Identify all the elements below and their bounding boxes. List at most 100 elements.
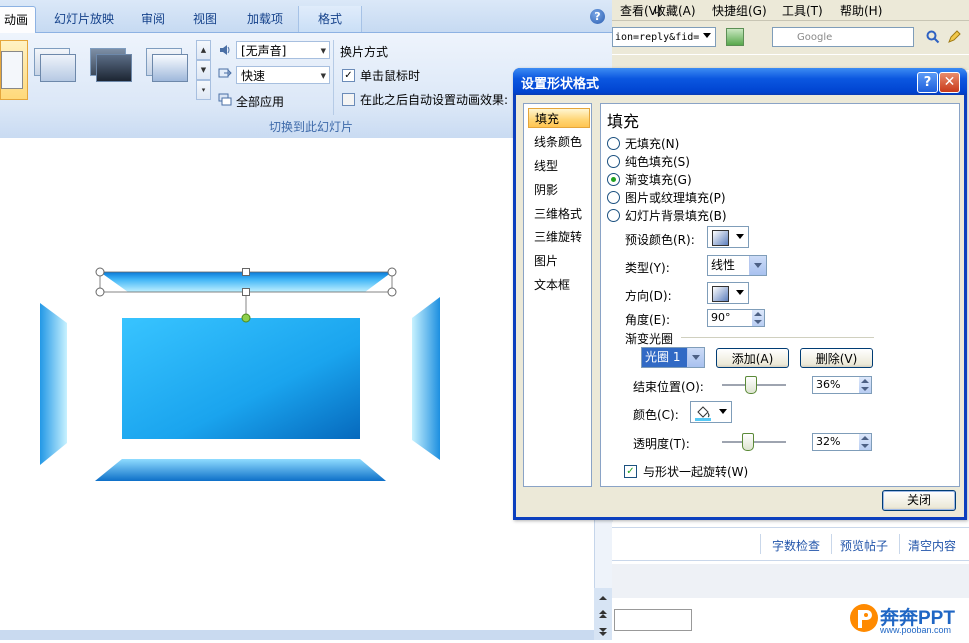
direction-label: 方向(D): <box>625 289 672 303</box>
menu-tools[interactable]: 工具(T) <box>782 2 823 19</box>
radio-no-fill[interactable] <box>607 137 620 150</box>
address-dropdown-icon[interactable] <box>703 33 711 38</box>
dialog-titlebar[interactable]: 设置形状格式 ? ✕ <box>513 68 967 95</box>
transparency-value: 32% <box>816 435 841 448</box>
radio-solid-fill-label: 纯色填充(S) <box>625 155 690 169</box>
help-icon[interactable]: ? <box>590 9 605 24</box>
gradient-stop-dropdown[interactable]: 光圈 1 <box>641 347 705 368</box>
type-dropdown[interactable]: 线性 <box>707 255 767 276</box>
gradient-stop-value: 光圈 1 <box>645 350 681 364</box>
dialog-close-button[interactable]: 关闭 <box>882 490 956 511</box>
radio-gradient-fill[interactable] <box>607 173 620 186</box>
dialog-title: 设置形状格式 <box>521 77 600 92</box>
menu-help[interactable]: 帮助(H) <box>840 2 882 19</box>
auto-after-checkbox[interactable] <box>342 93 355 106</box>
transparency-label: 透明度(T): <box>633 437 690 451</box>
transition-thumb-fade[interactable] <box>34 48 76 82</box>
color-label: 颜色(C): <box>633 408 679 422</box>
apply-all-icon <box>218 93 232 106</box>
menu-favorites[interactable]: 收藏(A) <box>654 2 696 19</box>
gallery-down-button[interactable]: ▼ <box>196 60 211 80</box>
sound-dropdown[interactable]: [无声音] ▼ <box>236 41 330 59</box>
end-position-thumb[interactable] <box>745 376 757 394</box>
end-position-label: 结束位置(O): <box>633 380 704 394</box>
nav-line-style[interactable]: 线型 <box>528 156 590 176</box>
add-stop-button[interactable]: 添加(A) <box>716 348 789 368</box>
tab-animation[interactable]: 动画 <box>0 6 36 33</box>
tab-slideshow[interactable]: 幻灯片放映 <box>44 6 124 32</box>
center-rectangle-shape[interactable] <box>122 318 360 439</box>
nav-picture[interactable]: 图片 <box>528 251 590 271</box>
logo-url: www.pooban.com <box>880 625 952 635</box>
preview-post-button[interactable]: 预览帖子 <box>840 537 888 554</box>
nav-text-box[interactable]: 文本框 <box>528 275 590 295</box>
auto-after-label: 在此之后自动设置动画效果: <box>360 93 509 107</box>
nav-fill[interactable]: 填充 <box>528 108 590 128</box>
transparency-spinner[interactable]: 32% <box>812 433 872 451</box>
transition-thumb-selected[interactable] <box>0 40 28 100</box>
dialog-help-button[interactable]: ? <box>917 72 938 93</box>
nav-3d-format[interactable]: 三维格式 <box>528 204 590 224</box>
gallery-up-button[interactable]: ▲ <box>196 40 211 60</box>
ribbon-tab-bar: 动画 幻灯片放映 审阅 视图 加载项 格式 <box>0 0 612 33</box>
angle-spinner[interactable]: 90° <box>707 309 765 327</box>
nav-shadow[interactable]: 阴影 <box>528 180 590 200</box>
radio-gradient-fill-label: 渐变填充(G) <box>625 173 692 187</box>
angle-value: 90° <box>711 311 731 324</box>
nav-3d-rotation[interactable]: 三维旋转 <box>528 227 590 247</box>
status-strip <box>0 630 594 640</box>
address-input[interactable]: ion=reply&fid= <box>612 27 716 47</box>
button-separator <box>760 534 761 554</box>
google-search-input[interactable]: Google <box>772 27 914 47</box>
format-shape-dialog: 设置形状格式 ? ✕ 填充 线条颜色 线型 阴影 三维格式 三维旋转 图片 文本… <box>513 68 967 520</box>
frame-right-shape[interactable] <box>412 297 440 460</box>
reply-input[interactable] <box>614 609 692 631</box>
sound-icon <box>220 45 230 55</box>
delete-stop-button[interactable]: 删除(V) <box>800 348 873 368</box>
radio-background-fill-label: 幻灯片背景填充(B) <box>625 209 727 223</box>
menu-quickgroup[interactable]: 快捷组(G) <box>712 2 767 19</box>
radio-solid-fill[interactable] <box>607 155 620 168</box>
end-position-slider[interactable] <box>722 376 786 394</box>
frame-left-shape[interactable] <box>40 303 67 465</box>
speed-icon <box>218 68 232 78</box>
button-separator <box>831 534 832 554</box>
transparency-thumb[interactable] <box>742 433 754 451</box>
tab-view[interactable]: 视图 <box>184 6 226 32</box>
nav-line-color[interactable]: 线条颜色 <box>528 132 590 152</box>
dialog-body: 填充 线条颜色 线型 阴影 三维格式 三维旋转 图片 文本框 填充 无填充(N)… <box>516 95 964 517</box>
radio-picture-fill[interactable] <box>607 191 620 204</box>
on-click-checkbox[interactable]: ✓ <box>342 69 355 82</box>
radio-background-fill[interactable] <box>607 209 620 222</box>
paint-bucket-icon <box>695 406 711 421</box>
transition-thumb-dark[interactable] <box>90 48 132 82</box>
speed-dropdown[interactable]: 快速 ▼ <box>236 66 330 84</box>
browser-menubar: 查看(V) 收藏(A) 快捷组(G) 工具(T) 帮助(H) <box>612 0 969 21</box>
ribbon-divider <box>333 40 334 115</box>
rotate-with-shape-checkbox[interactable]: ✓ <box>624 465 637 478</box>
go-button[interactable] <box>726 28 744 46</box>
tab-addins[interactable]: 加载项 <box>238 6 292 32</box>
transition-thumb-wipe[interactable] <box>146 48 188 82</box>
apply-all-button[interactable]: 全部应用 <box>236 93 284 110</box>
clear-content-button[interactable]: 清空内容 <box>908 537 956 554</box>
direction-dropdown[interactable] <box>707 282 749 304</box>
word-count-button[interactable]: 字数检查 <box>772 537 820 554</box>
color-picker-dropdown[interactable] <box>690 401 732 423</box>
button-separator <box>899 534 900 554</box>
highlight-icon[interactable] <box>947 30 961 44</box>
group-divider <box>681 337 874 338</box>
transparency-slider[interactable] <box>722 433 786 451</box>
dialog-close-icon[interactable]: ✕ <box>939 72 960 93</box>
search-icon[interactable] <box>926 30 940 44</box>
gradient-stops-label: 渐变光圈 <box>625 332 674 346</box>
preset-colors-dropdown[interactable] <box>707 226 749 248</box>
tab-review[interactable]: 审阅 <box>132 6 174 32</box>
tab-format[interactable]: 格式 <box>298 6 362 32</box>
end-position-spinner[interactable]: 36% <box>812 376 872 394</box>
radio-no-fill-label: 无填充(N) <box>625 137 680 151</box>
frame-bottom-shape[interactable] <box>95 459 386 481</box>
gallery-more-button[interactable]: ▾ <box>196 80 211 100</box>
scrollbar-nav-buttons[interactable] <box>594 588 612 640</box>
switch-mode-title: 换片方式 <box>340 45 389 59</box>
